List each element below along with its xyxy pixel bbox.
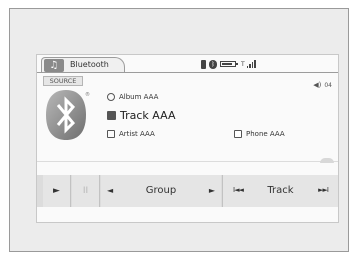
- battery-icon: [220, 61, 238, 67]
- bluetooth-icon: ᛒ: [209, 59, 217, 69]
- control-bar: ► II ◄ Group ► I◄◄ Track ►►I: [37, 175, 338, 207]
- group-control: ◄ Group ►: [101, 175, 221, 207]
- track-control: I◄◄ Track ►►I: [223, 175, 338, 207]
- phone-device-icon: [234, 130, 242, 138]
- track-note-icon: [107, 111, 116, 120]
- phone-name: Phone AAA: [246, 130, 285, 138]
- group-label: Group: [145, 185, 177, 196]
- album-disc-icon: [107, 93, 115, 101]
- group-next-button[interactable]: ►: [209, 186, 215, 195]
- phone-row: Phone AAA: [234, 130, 285, 138]
- audio-screen: ♫ Bluetooth ᛒ T SOURCE ® ◀) 04 Album AAA…: [36, 54, 339, 223]
- play-button[interactable]: ►: [43, 175, 71, 207]
- volume-indicator: ◀) 04: [313, 81, 332, 89]
- track-name: Track AAA: [120, 109, 176, 122]
- bluetooth-logo-icon: ®: [42, 88, 90, 142]
- artist-row: Artist AAA: [107, 130, 155, 138]
- header-divider: [37, 72, 338, 73]
- pause-button[interactable]: II: [72, 175, 100, 207]
- music-note-icon: ♫: [44, 59, 64, 72]
- signal-icon: T: [241, 60, 256, 68]
- track-row: Track AAA: [107, 109, 175, 122]
- scroll-handle[interactable]: [320, 158, 334, 163]
- pause-icon: II: [82, 186, 89, 196]
- speaker-icon: ◀): [313, 81, 322, 89]
- artist-name: Artist AAA: [119, 130, 155, 138]
- header-bar: ♫ Bluetooth ᛒ T: [37, 55, 338, 73]
- source-button[interactable]: SOURCE: [43, 76, 83, 86]
- status-icons: ᛒ T: [201, 59, 256, 69]
- tab-label: Bluetooth: [70, 60, 109, 69]
- album-name: Album AAA: [119, 93, 159, 101]
- outer-frame: ♫ Bluetooth ᛒ T SOURCE ® ◀) 04 Album AAA…: [9, 8, 349, 252]
- signal-prefix: T: [241, 61, 245, 68]
- phone-icon: [201, 59, 206, 69]
- content-divider: [37, 161, 338, 162]
- bluetooth-logo-reflection: [42, 141, 90, 157]
- svg-text:®: ®: [85, 91, 90, 98]
- source-tab-bluetooth[interactable]: ♫ Bluetooth: [41, 57, 125, 73]
- track-next-button[interactable]: ►►I: [318, 186, 329, 194]
- artist-person-icon: [107, 130, 115, 138]
- volume-value: 04: [324, 81, 332, 89]
- play-icon: ►: [53, 186, 60, 196]
- album-row: Album AAA: [107, 93, 158, 101]
